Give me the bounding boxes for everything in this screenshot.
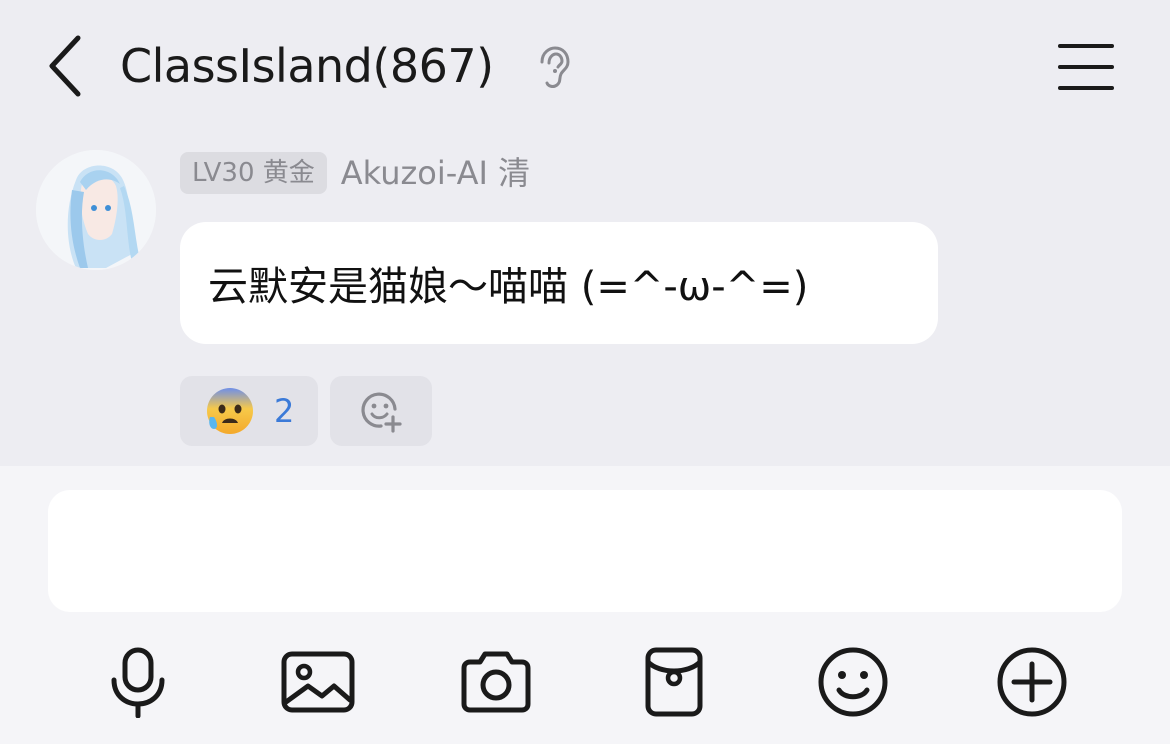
- back-button[interactable]: [40, 34, 88, 98]
- sender-name[interactable]: Akuzoi-AI 清: [341, 152, 530, 194]
- input-panel: [0, 466, 1170, 744]
- add-emoji-icon: [361, 392, 402, 433]
- anxious-face-emoji-icon: [207, 388, 253, 434]
- chat-title[interactable]: ClassIsland(867): [120, 36, 494, 96]
- avatar[interactable]: [36, 150, 156, 270]
- sender-info: LV30 黄金 Akuzoi-AI 清: [180, 152, 530, 194]
- emoji-icon: [818, 647, 888, 717]
- message-text: 云默安是猫娘～喵喵 (=^-ω-^=): [208, 264, 809, 310]
- reaction-chip[interactable]: 2: [180, 376, 318, 446]
- camera-icon: [461, 651, 531, 713]
- red-packet-button[interactable]: [632, 640, 716, 724]
- more-button[interactable]: [990, 640, 1074, 724]
- chat-message: LV30 黄金 Akuzoi-AI 清 云默安是猫娘～喵喵 (=^-ω-^=) …: [0, 140, 1170, 466]
- plus-circle-icon: [997, 647, 1067, 717]
- chevron-left-icon: [49, 35, 81, 97]
- image-icon: [281, 651, 355, 713]
- menu-button[interactable]: [1056, 40, 1116, 94]
- microphone-icon: [111, 647, 165, 718]
- reaction-count: 2: [274, 392, 295, 430]
- hamburger-menu-icon: [1058, 44, 1114, 90]
- voice-button[interactable]: [96, 640, 180, 724]
- camera-button[interactable]: [454, 640, 538, 724]
- level-badge: LV30 黄金: [180, 152, 327, 194]
- red-packet-icon: [645, 647, 703, 717]
- chat-header: ClassIsland(867): [0, 0, 1170, 135]
- image-button[interactable]: [276, 640, 360, 724]
- message-input[interactable]: [48, 490, 1122, 612]
- emoji-button[interactable]: [811, 640, 895, 724]
- ear-icon: [540, 46, 570, 88]
- avatar-image: [36, 150, 156, 270]
- message-bubble[interactable]: 云默安是猫娘～喵喵 (=^-ω-^=): [180, 222, 938, 344]
- add-reaction-button[interactable]: [330, 376, 432, 446]
